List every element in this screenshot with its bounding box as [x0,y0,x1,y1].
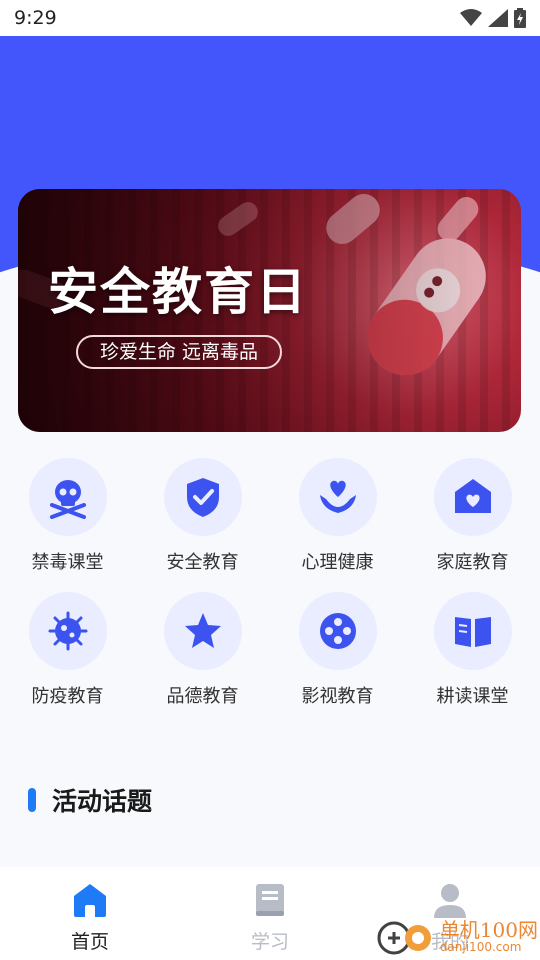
book-icon [251,881,289,923]
category-grid: 禁毒课堂 安全教育 心理健康 家庭教育 防疫教育 品德教育 影视教育 耕读课堂 [0,458,540,708]
tab-label: 首页 [70,931,109,953]
category-label: 影视教育 [301,686,374,707]
category-safety-education[interactable]: 安全教育 [135,458,270,574]
category-family-education[interactable]: 家庭教育 [405,458,540,574]
home-heart-icon [433,458,512,536]
battery-icon [514,8,526,28]
section-title: 活动话题 [52,787,153,816]
film-reel-icon [298,592,377,670]
section-accent-bar [28,788,36,812]
tab-label: 学习 [250,931,289,953]
watermark-name: 单机100网 [439,918,538,943]
watermark-logo [377,921,431,955]
status-icons [460,8,526,28]
category-label: 耕读课堂 [436,686,509,707]
section-header: 活动话题 [28,782,152,818]
category-reading-class[interactable]: 耕读课堂 [405,592,540,708]
signal-icon [488,9,508,27]
watermark-text: 单机100网 danji100.com [440,920,538,954]
category-label: 禁毒课堂 [31,552,104,573]
watermark-url: danji100.com [439,940,522,955]
banner-subtitle: 珍爱生命 远离毒品 [76,335,283,369]
status-time: 9:29 [14,7,57,29]
wifi-icon [460,9,482,26]
category-label: 防疫教育 [31,686,104,707]
skull-crossbones-icon [28,458,107,536]
category-mental-health[interactable]: 心理健康 [270,458,405,574]
tab-home[interactable]: 首页 [0,867,180,960]
category-moral-education[interactable]: 品德教育 [135,592,270,708]
category-epidemic-prevention[interactable]: 防疫教育 [0,592,135,708]
heart-hands-icon [298,458,377,536]
category-label: 品德教育 [166,686,239,707]
home-icon [71,881,109,923]
category-drug-prevention[interactable]: 禁毒课堂 [0,458,135,574]
category-label: 心理健康 [301,552,374,573]
watermark: 单机100网 danji100.com [376,916,538,958]
shield-check-icon [163,458,242,536]
status-bar: 9:29 [0,0,540,36]
category-label: 安全教育 [166,552,239,573]
open-book-icon [433,592,512,670]
star-icon [163,592,242,670]
banner-title: 安全教育日 [48,263,308,321]
category-label: 家庭教育 [436,552,509,573]
tab-study[interactable]: 学习 [180,867,360,960]
virus-icon [28,592,107,670]
category-film-education[interactable]: 影视教育 [270,592,405,708]
